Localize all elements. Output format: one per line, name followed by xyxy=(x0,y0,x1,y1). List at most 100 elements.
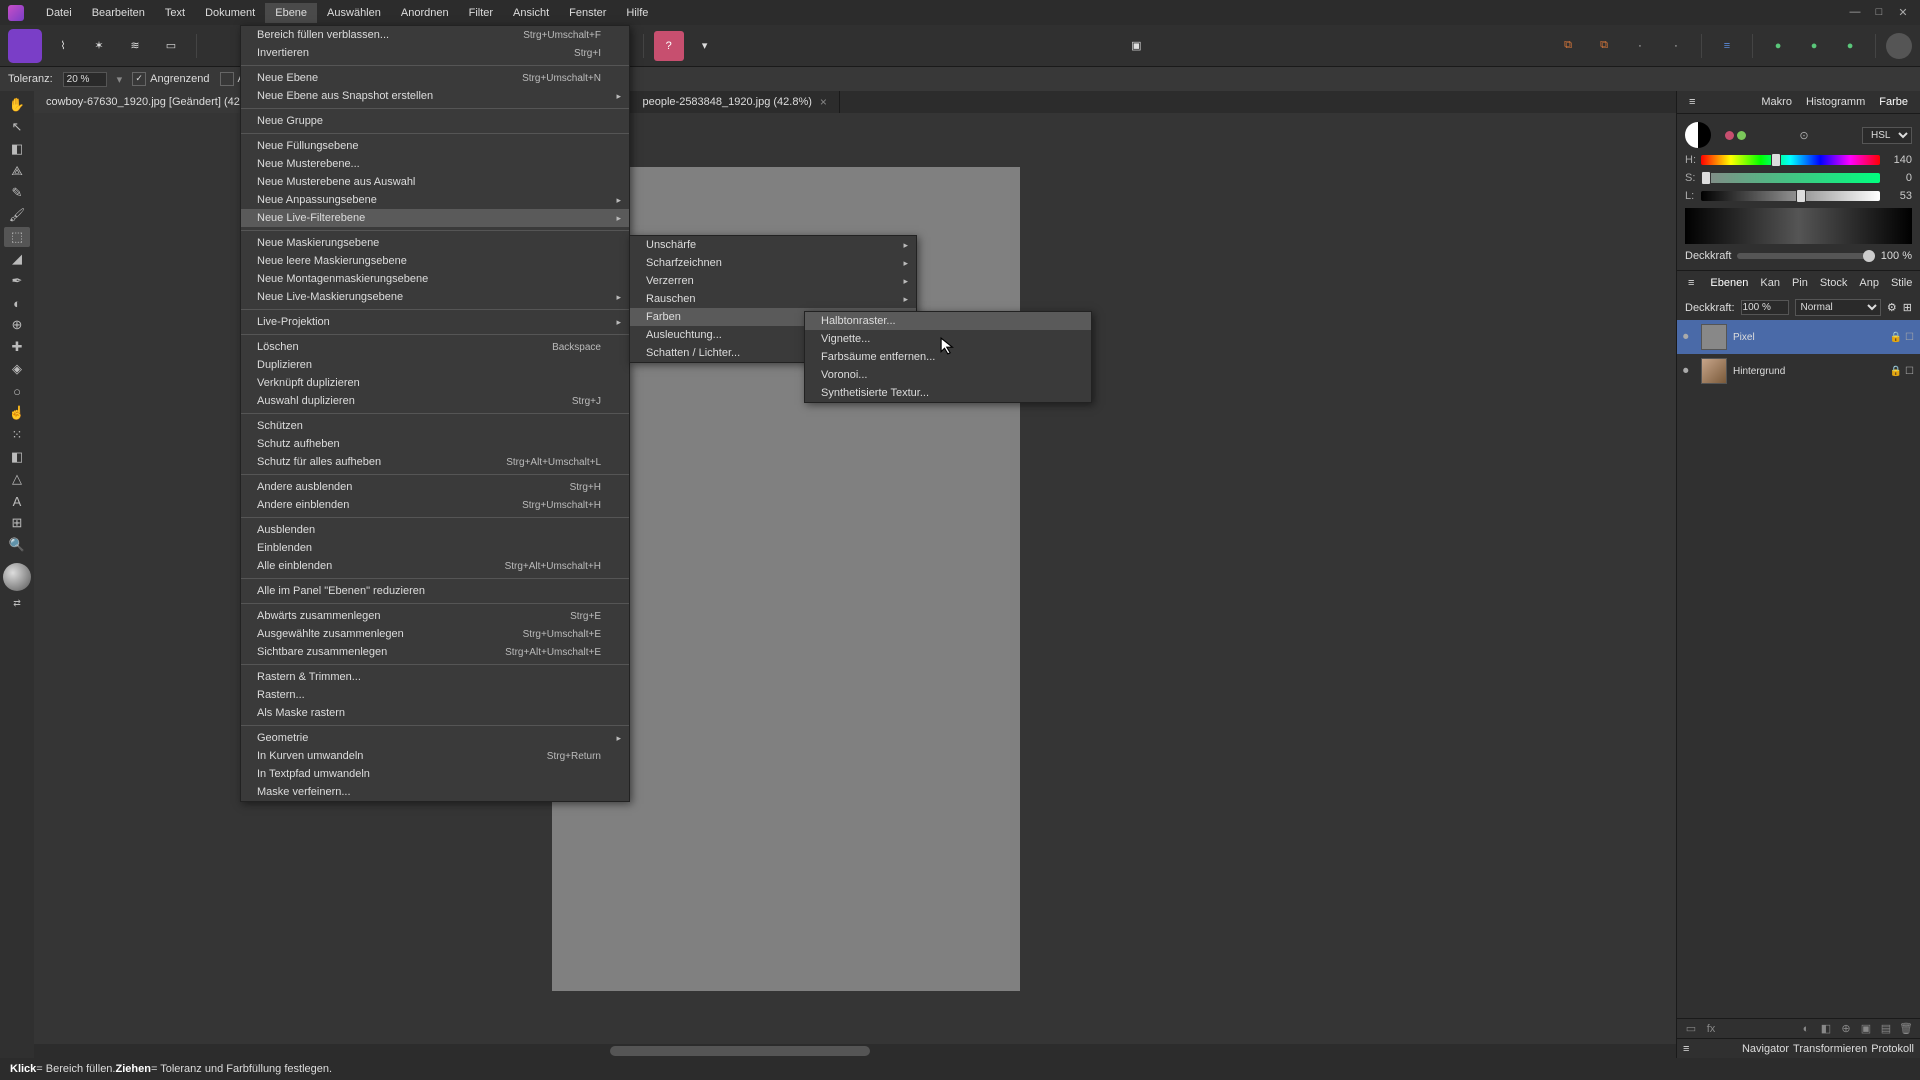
menu-item[interactable]: Neue Maskierungsebene xyxy=(241,234,629,252)
dodge-tool-icon[interactable]: ◐ xyxy=(4,293,30,313)
menu-item[interactable]: Voronoi... xyxy=(805,366,1091,384)
menu-item[interactable]: Einblenden xyxy=(241,539,629,557)
menu-hilfe[interactable]: Hilfe xyxy=(616,3,658,23)
persona-develop-icon[interactable]: ✶ xyxy=(84,31,114,61)
menu-item[interactable]: Geometrie xyxy=(241,729,629,747)
mesh-tool-icon[interactable]: ⊞ xyxy=(4,513,30,533)
color-swatch[interactable] xyxy=(3,563,31,591)
minimize-icon[interactable]: — xyxy=(1846,6,1864,19)
panel-menu-icon[interactable]: ≡ xyxy=(1683,1043,1689,1055)
visibility-icon[interactable]: ⏺ xyxy=(1683,331,1695,344)
selection-tool-icon[interactable]: ✎ xyxy=(4,183,30,203)
eraser-tool-icon[interactable]: ◧ xyxy=(4,447,30,467)
blend-mode-select[interactable]: Normal xyxy=(1795,299,1881,316)
menu-ansicht[interactable]: Ansicht xyxy=(503,3,559,23)
recent-colors[interactable] xyxy=(1725,131,1746,140)
menu-item[interactable]: Sichtbare zusammenlegenStrg+Alt+Umschalt… xyxy=(241,643,629,661)
link-icon[interactable]: ⊕ xyxy=(1838,1022,1854,1035)
menu-item[interactable]: Scharfzeichnen xyxy=(630,254,916,272)
eyedropper-icon[interactable]: ⊙ xyxy=(1799,129,1808,142)
panel-tab[interactable]: Navigator xyxy=(1742,1043,1789,1055)
menu-item[interactable]: LöschenBackspace xyxy=(241,338,629,356)
persona-photo-icon[interactable] xyxy=(8,29,42,63)
menu-ebene[interactable]: Ebene xyxy=(265,3,317,23)
document-tab[interactable]: people-2583848_1920.jpg (42.8%)× xyxy=(631,91,840,113)
color-wheel[interactable] xyxy=(1685,122,1711,148)
menu-bearbeiten[interactable]: Bearbeiten xyxy=(82,3,155,23)
menu-item[interactable]: Andere ausblendenStrg+H xyxy=(241,478,629,496)
menu-item[interactable]: Neue Live-Maskierungsebene xyxy=(241,288,629,306)
menu-item[interactable]: InvertierenStrg+I xyxy=(241,44,629,62)
menu-item[interactable]: Neue Gruppe xyxy=(241,112,629,130)
panel-tab[interactable]: Farbe xyxy=(1873,93,1914,111)
contiguous-checkbox[interactable]: Angrenzend xyxy=(132,72,209,86)
text-tool-icon[interactable]: A xyxy=(4,491,30,511)
persona-export-icon[interactable]: ▭ xyxy=(156,31,186,61)
snapshot-icon[interactable]: ▣ xyxy=(1121,31,1151,61)
gradient-tool-icon[interactable]: ◢ xyxy=(4,249,30,269)
menu-item[interactable]: Neue Musterebene aus Auswahl xyxy=(241,173,629,191)
folder-icon[interactable]: ▣ xyxy=(1858,1022,1874,1035)
panel-tab[interactable]: Kan xyxy=(1755,275,1785,291)
menu-item[interactable]: Schützen xyxy=(241,417,629,435)
scrollbar-thumb[interactable] xyxy=(610,1046,870,1056)
lock-icon[interactable]: 🔒 ☐ xyxy=(1890,366,1914,377)
hue-slider[interactable] xyxy=(1701,155,1880,165)
panel-tab[interactable]: Stock xyxy=(1815,275,1853,291)
menu-item[interactable]: Verzerren xyxy=(630,272,916,290)
color-picker-icon[interactable]: ◧ xyxy=(4,139,30,159)
menu-text[interactable]: Text xyxy=(155,3,195,23)
pen-tool-icon[interactable]: ✒ xyxy=(4,271,30,291)
panel-tab[interactable]: Transformieren xyxy=(1793,1043,1867,1055)
persona-liquify-icon[interactable]: ⌇ xyxy=(48,31,78,61)
fx-icon[interactable]: fx xyxy=(1703,1023,1719,1035)
layer-menu[interactable]: Bereich füllen verblassen...Strg+Umschal… xyxy=(240,25,630,802)
menu-item[interactable]: Live-Projektion xyxy=(241,313,629,331)
align-icon[interactable]: ≡ xyxy=(1712,31,1742,61)
group-icon[interactable]: ⧉ xyxy=(1553,31,1583,61)
crop-icon[interactable]: ◧ xyxy=(1818,1022,1834,1035)
tab-close-icon[interactable]: × xyxy=(820,95,827,109)
menu-item[interactable]: Neue Musterebene... xyxy=(241,155,629,173)
eyedrop-tool-icon[interactable]: ⁙ xyxy=(4,425,30,445)
circle1-icon[interactable]: ● xyxy=(1763,31,1793,61)
panel-tab[interactable]: Histogramm xyxy=(1800,93,1871,111)
btn-icon[interactable]: · xyxy=(1661,31,1691,61)
colors-submenu[interactable]: Halbtonraster...Vignette...Farbsäume ent… xyxy=(804,311,1092,403)
zoom-tool-icon[interactable]: 🔍 xyxy=(4,535,30,555)
clone-tool-icon[interactable]: ⊕ xyxy=(4,315,30,335)
panel-tab[interactable]: Anp xyxy=(1854,275,1884,291)
layer-row[interactable]: ⏺Pixel🔒 ☐ xyxy=(1677,320,1920,354)
move-tool-icon[interactable]: ↖ xyxy=(4,117,30,137)
menu-item[interactable]: Synthetisierte Textur... xyxy=(805,384,1091,402)
menu-item[interactable]: Vignette... xyxy=(805,330,1091,348)
adj-icon[interactable]: ◐ xyxy=(1798,1023,1814,1035)
menu-filter[interactable]: Filter xyxy=(459,3,503,23)
delete-layer-icon[interactable]: 🗑 xyxy=(1898,1022,1914,1035)
panel-tab[interactable]: Protokoll xyxy=(1871,1043,1914,1055)
menu-item[interactable]: Rastern... xyxy=(241,686,629,704)
swap-colors-icon[interactable]: ⇄ xyxy=(4,593,30,613)
menu-item[interactable]: Verknüpft duplizieren xyxy=(241,374,629,392)
menu-item[interactable]: Neue Anpassungsebene xyxy=(241,191,629,209)
btn-icon[interactable]: · xyxy=(1625,31,1655,61)
tolerance-input[interactable] xyxy=(63,72,107,87)
menu-auswählen[interactable]: Auswählen xyxy=(317,3,391,23)
menu-item[interactable]: Neue EbeneStrg+Umschalt+N xyxy=(241,69,629,87)
menu-item[interactable]: Als Maske rastern xyxy=(241,704,629,722)
menu-item[interactable]: Alle im Panel "Ebenen" reduzieren xyxy=(241,582,629,600)
shape-tool-icon[interactable]: △ xyxy=(4,469,30,489)
layer-row[interactable]: ⏺Hintergrund🔒 ☐ xyxy=(1677,354,1920,388)
menu-item[interactable]: Bereich füllen verblassen...Strg+Umschal… xyxy=(241,26,629,44)
smudge-tool-icon[interactable]: ☝ xyxy=(4,403,30,423)
fill-tool-icon[interactable]: ⬚ xyxy=(4,227,30,247)
add-layer-icon[interactable]: ▤ xyxy=(1878,1022,1894,1035)
menu-item[interactable]: Schutz aufheben xyxy=(241,435,629,453)
panel-tab[interactable]: Pin xyxy=(1787,275,1813,291)
close-icon[interactable]: ✕ xyxy=(1894,6,1912,19)
menu-item[interactable]: Neue Füllungsebene xyxy=(241,137,629,155)
hand-tool-icon[interactable]: ✋ xyxy=(4,95,30,115)
visibility-icon[interactable]: ⏺ xyxy=(1683,365,1695,378)
menu-item[interactable]: Neue Montagenmaskierungsebene xyxy=(241,270,629,288)
menu-dokument[interactable]: Dokument xyxy=(195,3,265,23)
